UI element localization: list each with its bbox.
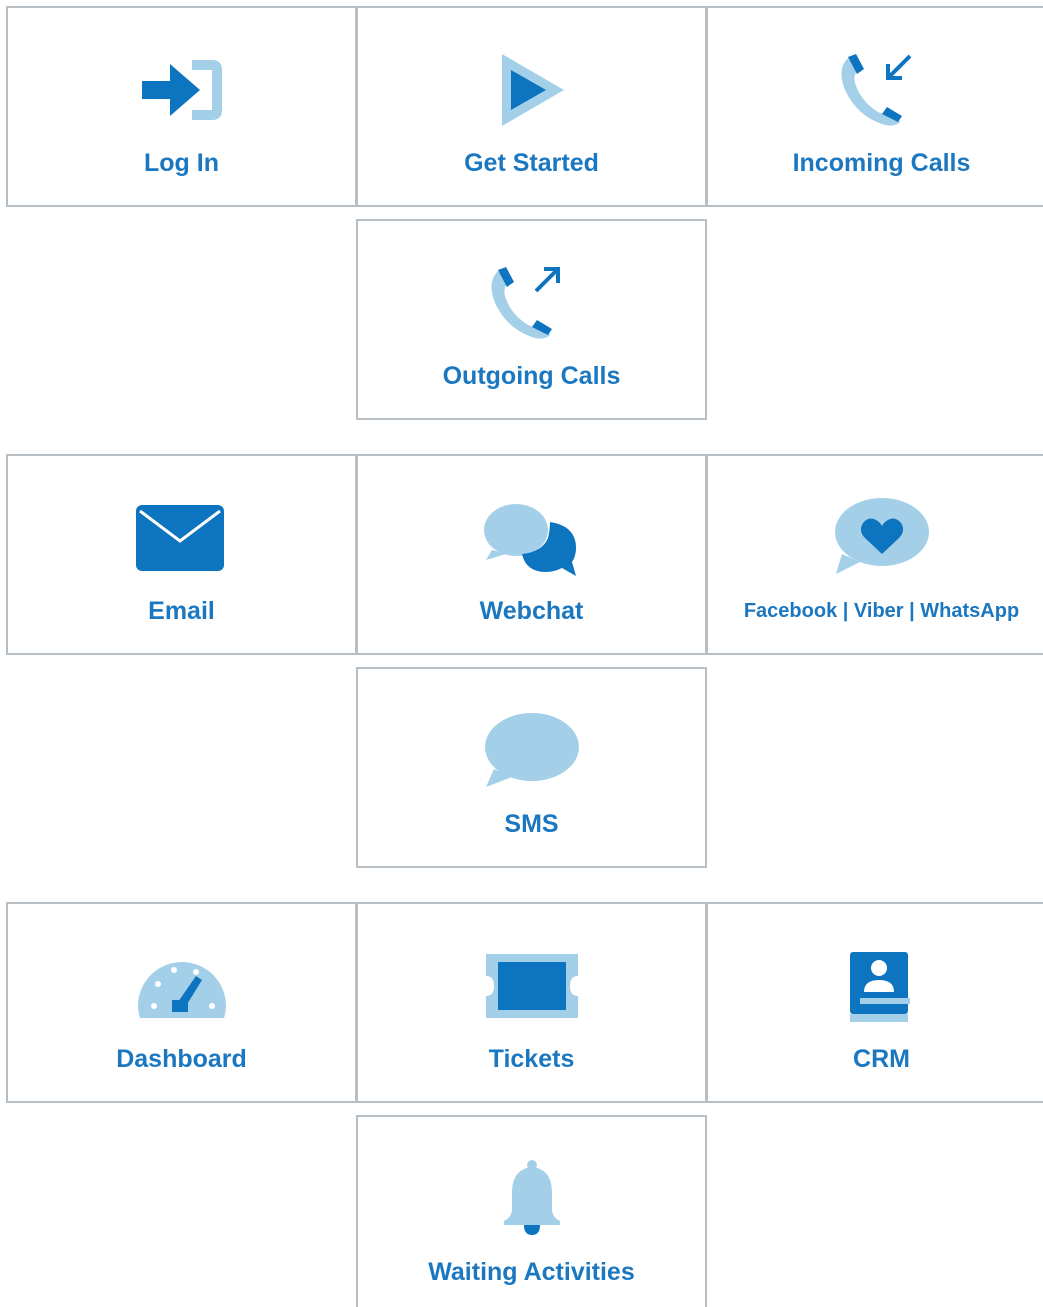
tile-label: Facebook | Viber | WhatsApp	[743, 600, 1020, 622]
play-icon	[484, 50, 580, 130]
tile-label: Get Started	[464, 149, 599, 177]
contact-book-icon	[834, 946, 930, 1026]
tile-label: Dashboard	[116, 1045, 247, 1073]
outgoing-calls-tile[interactable]: Outgoing Calls	[356, 219, 707, 420]
tile-label: Waiting Activities	[428, 1258, 635, 1286]
outgoing-call-icon	[484, 263, 580, 343]
tile-label: Outgoing Calls	[442, 362, 621, 390]
envelope-icon	[134, 498, 230, 578]
sms-tile[interactable]: SMS	[356, 667, 707, 868]
tile-label: Webchat	[479, 597, 584, 625]
email-tile[interactable]: Email	[6, 454, 357, 655]
heart-bubble-icon	[834, 498, 930, 578]
get-started-tile[interactable]: Get Started	[356, 6, 707, 207]
tile-label: SMS	[504, 810, 559, 838]
login-tile[interactable]: Log In	[6, 6, 357, 207]
launcher-grid: Log In Get Started Incoming Calls Outgoi…	[0, 0, 1043, 1307]
webchat-tile[interactable]: Webchat	[356, 454, 707, 655]
ticket-icon	[484, 946, 580, 1026]
tickets-tile[interactable]: Tickets	[356, 902, 707, 1103]
dashboard-tile[interactable]: Dashboard	[6, 902, 357, 1103]
crm-tile[interactable]: CRM	[706, 902, 1043, 1103]
bell-icon	[484, 1159, 580, 1239]
social-messaging-tile[interactable]: Facebook | Viber | WhatsApp	[706, 454, 1043, 655]
speedometer-icon	[134, 946, 230, 1026]
incoming-call-icon	[834, 50, 930, 130]
tile-label: Incoming Calls	[792, 149, 971, 177]
incoming-calls-tile[interactable]: Incoming Calls	[706, 6, 1043, 207]
tile-label: Tickets	[488, 1045, 575, 1073]
chat-bubbles-icon	[483, 498, 580, 578]
waiting-activities-tile[interactable]: Waiting Activities	[356, 1115, 707, 1307]
tile-label: CRM	[853, 1045, 910, 1073]
speech-bubble-icon	[484, 711, 580, 791]
tile-label: Log In	[144, 149, 219, 177]
tile-label: Email	[148, 597, 215, 625]
login-icon	[134, 50, 230, 130]
